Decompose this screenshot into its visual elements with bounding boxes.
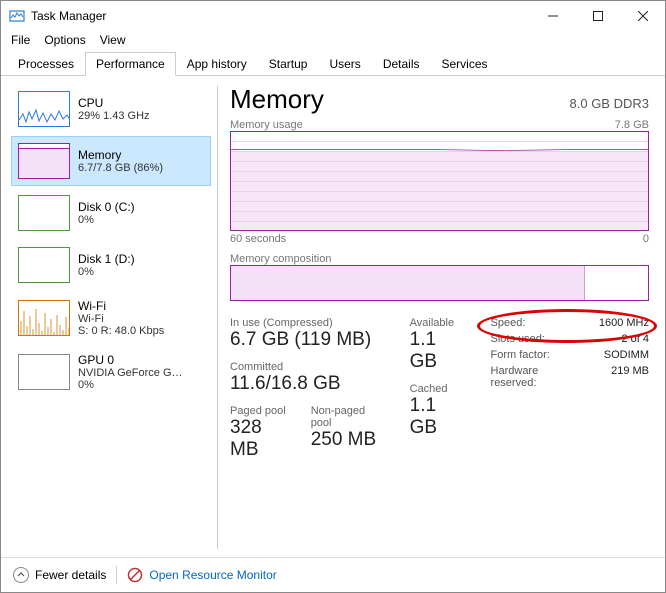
main-panel: Memory 8.0 GB DDR3 Memory usage 7.8 GB 6… xyxy=(230,84,655,557)
usage-chart-max: 7.8 GB xyxy=(615,119,649,131)
tab-app-history[interactable]: App history xyxy=(176,52,258,76)
axis-left: 60 seconds xyxy=(230,233,286,245)
cpu-thumbnail xyxy=(18,91,70,127)
sidebar-item-gpu[interactable]: GPU 0 NVIDIA GeForce G… 0% xyxy=(11,346,211,398)
sidebar: CPU 29% 1.43 GHz Memory 6.7/7.8 GB (86%)… xyxy=(11,84,211,557)
sidebar-cpu-title: CPU xyxy=(78,96,150,110)
memory-composition-chart xyxy=(230,265,649,301)
maximize-button[interactable] xyxy=(575,1,620,31)
usage-chart-label: Memory usage xyxy=(230,119,303,131)
tab-services[interactable]: Services xyxy=(431,52,499,76)
sidebar-memory-title: Memory xyxy=(78,148,163,162)
stats-grid: In use (Compressed) 6.7 GB (119 MB) Comm… xyxy=(230,317,649,461)
tab-details[interactable]: Details xyxy=(372,52,431,76)
titlebar: Task Manager xyxy=(1,1,665,31)
minimize-button[interactable] xyxy=(530,1,575,31)
paged-label: Paged pool xyxy=(230,405,293,417)
inuse-value: 6.7 GB (119 MB) xyxy=(230,329,386,351)
paged-value: 328 MB xyxy=(230,417,293,461)
nonpaged-value: 250 MB xyxy=(311,429,386,451)
menu-view[interactable]: View xyxy=(100,33,126,47)
chevron-up-icon xyxy=(13,567,29,583)
sidebar-wifi-sub2: S: 0 R: 48.0 Kbps xyxy=(78,325,164,337)
fewer-details-label: Fewer details xyxy=(35,568,106,582)
fewer-details-button[interactable]: Fewer details xyxy=(13,567,106,583)
sidebar-gpu-title: GPU 0 xyxy=(78,353,183,367)
memory-capacity: 8.0 GB DDR3 xyxy=(570,96,649,111)
page-title: Memory xyxy=(230,84,324,115)
sidebar-gpu-sub: NVIDIA GeForce G… xyxy=(78,367,183,379)
nonpaged-label: Non-paged pool xyxy=(311,405,386,429)
cached-value: 1.1 GB xyxy=(410,395,467,439)
available-value: 1.1 GB xyxy=(410,329,467,373)
disk0-thumbnail xyxy=(18,195,70,231)
slots-value: 2 of 4 xyxy=(599,333,649,345)
tab-performance[interactable]: Performance xyxy=(85,52,176,76)
close-button[interactable] xyxy=(620,1,665,31)
form-label: Form factor: xyxy=(491,349,581,361)
app-icon xyxy=(9,8,25,24)
menu-file[interactable]: File xyxy=(11,33,30,47)
sidebar-disk0-title: Disk 0 (C:) xyxy=(78,200,135,214)
cached-label: Cached xyxy=(410,383,467,395)
tab-processes[interactable]: Processes xyxy=(7,52,85,76)
menu-options[interactable]: Options xyxy=(44,33,85,47)
footer-separator xyxy=(116,566,117,584)
slots-label: Slots used: xyxy=(491,333,581,345)
wifi-thumbnail xyxy=(18,300,70,336)
footer: Fewer details Open Resource Monitor xyxy=(1,557,665,592)
sidebar-memory-sub: 6.7/7.8 GB (86%) xyxy=(78,162,163,174)
committed-value: 11.6/16.8 GB xyxy=(230,373,386,395)
composition-label: Memory composition xyxy=(230,253,331,265)
hw-reserved-value: 219 MB xyxy=(599,365,649,389)
sidebar-item-memory[interactable]: Memory 6.7/7.8 GB (86%) xyxy=(11,136,211,186)
tab-bar: Processes Performance App history Startu… xyxy=(1,51,665,76)
gpu-thumbnail xyxy=(18,354,70,390)
sidebar-disk0-sub: 0% xyxy=(78,214,135,226)
available-label: Available xyxy=(410,317,467,329)
inuse-label: In use (Compressed) xyxy=(230,317,386,329)
tab-users[interactable]: Users xyxy=(318,52,371,76)
sidebar-item-wifi[interactable]: Wi-Fi Wi-Fi S: 0 R: 48.0 Kbps xyxy=(11,292,211,344)
tab-startup[interactable]: Startup xyxy=(258,52,319,76)
open-resource-monitor-label: Open Resource Monitor xyxy=(149,568,276,582)
sidebar-wifi-sub1: Wi-Fi xyxy=(78,313,164,325)
memory-thumbnail xyxy=(18,143,70,179)
sidebar-wifi-title: Wi-Fi xyxy=(78,299,164,313)
memory-usage-chart xyxy=(230,131,649,231)
sidebar-item-disk0[interactable]: Disk 0 (C:) 0% xyxy=(11,188,211,238)
resource-monitor-icon xyxy=(127,567,143,583)
sidebar-disk1-sub: 0% xyxy=(78,266,135,278)
hw-reserved-label: Hardware reserved: xyxy=(491,365,581,389)
axis-right: 0 xyxy=(643,233,649,245)
sidebar-cpu-sub: 29% 1.43 GHz xyxy=(78,110,150,122)
sidebar-item-disk1[interactable]: Disk 1 (D:) 0% xyxy=(11,240,211,290)
sidebar-item-cpu[interactable]: CPU 29% 1.43 GHz xyxy=(11,84,211,134)
form-value: SODIMM xyxy=(599,349,649,361)
committed-label: Committed xyxy=(230,361,386,373)
window-title: Task Manager xyxy=(31,9,530,23)
vertical-divider xyxy=(217,86,218,549)
open-resource-monitor-button[interactable]: Open Resource Monitor xyxy=(127,567,276,583)
speed-value: 1600 MHz xyxy=(599,317,649,329)
sidebar-disk1-title: Disk 1 (D:) xyxy=(78,252,135,266)
disk1-thumbnail xyxy=(18,247,70,283)
sidebar-gpu-sub2: 0% xyxy=(78,379,183,391)
hardware-details: Speed: 1600 MHz Slots used: 2 of 4 Form … xyxy=(491,317,649,461)
task-manager-window: Task Manager File Options View Processes… xyxy=(0,0,666,593)
menubar: File Options View xyxy=(1,31,665,51)
speed-label: Speed: xyxy=(491,317,581,329)
